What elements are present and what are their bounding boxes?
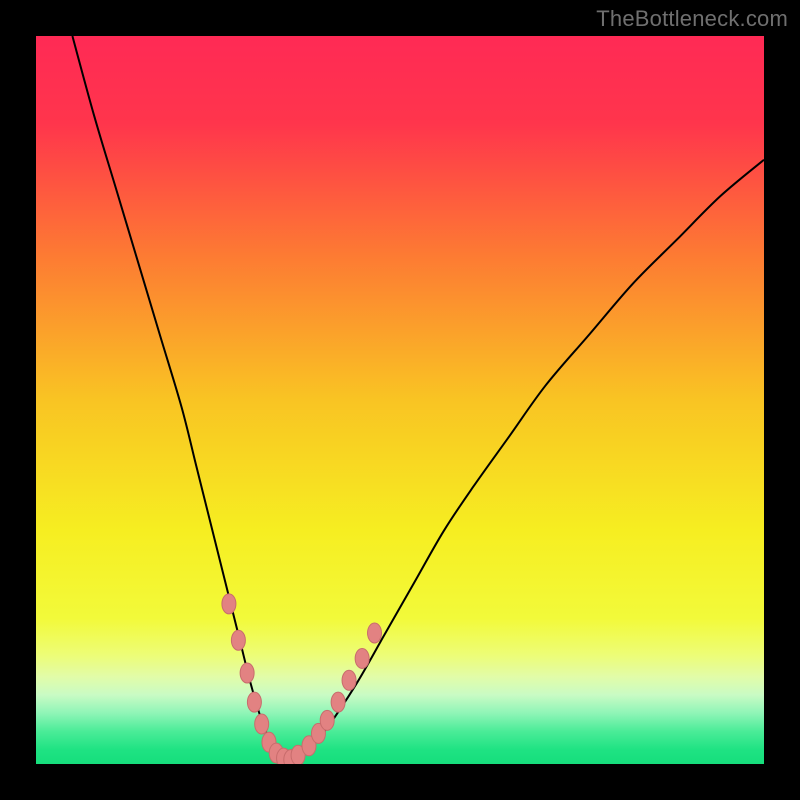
curve-marker (222, 594, 236, 614)
curve-marker (231, 630, 245, 650)
watermark-label: TheBottleneck.com (596, 6, 788, 32)
chart-stage: TheBottleneck.com (0, 0, 800, 800)
chart-svg (36, 36, 764, 764)
curve-marker (247, 692, 261, 712)
curve-marker (331, 692, 345, 712)
curve-marker (342, 670, 356, 690)
gradient-background (36, 36, 764, 764)
curve-marker (255, 714, 269, 734)
curve-marker (240, 663, 254, 683)
plot-area (36, 36, 764, 764)
curve-marker (368, 623, 382, 643)
curve-marker (355, 648, 369, 668)
curve-marker (320, 710, 334, 730)
